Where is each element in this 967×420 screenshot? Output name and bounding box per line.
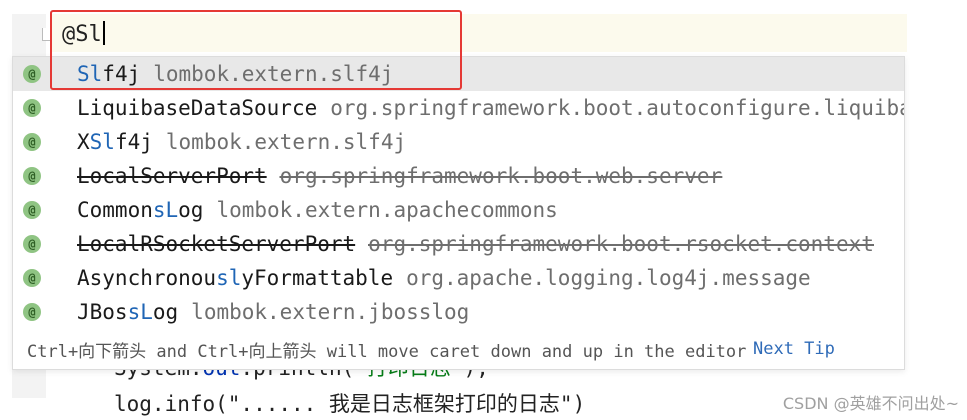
annotation-type-icon: @ xyxy=(23,269,41,287)
completion-item[interactable]: @ XSlf4j lombok.extern.slf4j xyxy=(13,125,904,159)
tip-text: Ctrl+向下箭头 and Ctrl+向上箭头 will move caret … xyxy=(27,341,747,362)
completion-item-label: AsynchronouslyFormattable org.apache.logg… xyxy=(77,266,811,290)
completion-item-label: CommonsLog lombok.extern.apachecommons xyxy=(77,198,558,222)
completion-item[interactable]: @ CommonsLog lombok.extern.apachecommons xyxy=(13,193,904,227)
match-highlight: sL xyxy=(152,198,179,222)
next-tip-link[interactable]: Next Tip xyxy=(753,339,835,359)
code-line-log: log.info("...... 我是日志框架打印的日志") xyxy=(114,392,586,416)
completion-item-package: org.apache.logging.log4j.message xyxy=(406,266,811,290)
completion-item-label: LocalRSocketServerPort org.springframewor… xyxy=(77,232,874,256)
annotation-type-icon: @ xyxy=(23,201,41,219)
annotation-type-icon: @ xyxy=(23,167,41,185)
completion-item[interactable]: @ JBossLog lombok.extern.jbosslog xyxy=(13,295,904,329)
completion-item-package: lombok.extern.slf4j xyxy=(165,130,407,154)
annotation-type-icon: @ xyxy=(23,133,41,151)
annotation-type-icon: @ xyxy=(23,235,41,253)
completion-item-label: LocalServerPort org.springframework.boot.… xyxy=(77,164,723,188)
annotation-type-icon: @ xyxy=(23,99,41,117)
completion-item-label: JBossLog lombok.extern.jbosslog xyxy=(77,300,470,324)
completion-tip-bar: Ctrl+向下箭头 and Ctrl+向上箭头 will move caret … xyxy=(13,329,904,369)
watermark: CSDN @英雄不问出处~ xyxy=(782,394,959,413)
completion-item-package: org.springframework.boot.web.server xyxy=(279,164,723,188)
completion-item-package: org.springframework.boot.autoconfigure.l… xyxy=(330,96,905,120)
annotation-type-icon: @ xyxy=(23,65,41,83)
completion-item-package: lombok.extern.jbosslog xyxy=(191,300,470,324)
completion-item-label: LiquibaseDataSource org.springframework.b… xyxy=(77,96,905,120)
completion-item[interactable]: @ LocalServerPort org.springframework.boot… xyxy=(13,159,904,193)
match-highlight: sl xyxy=(216,266,242,290)
completion-item[interactable]: @ LiquibaseDataSource org.springframework.… xyxy=(13,91,905,125)
match-highlight: sL xyxy=(127,300,153,324)
annotation-highlight-box xyxy=(50,10,462,90)
completion-item-label: XSlf4j lombok.extern.slf4j xyxy=(77,130,407,154)
completion-popup[interactable]: @ Slf4j lombok.extern.slf4j @ LiquibaseDataS… xyxy=(12,56,905,370)
completion-item[interactable]: @ LocalRSocketServerPort org.springframewo… xyxy=(13,227,904,261)
annotation-type-icon: @ xyxy=(23,303,41,321)
match-highlight: Sl xyxy=(89,130,115,154)
completion-item-package: lombok.extern.apachecommons xyxy=(216,198,558,222)
completion-item[interactable]: @ AsynchronouslyFormattable org.apache.log… xyxy=(13,261,904,295)
completion-item-package: org.springframework.boot.rsocket.context xyxy=(368,232,874,256)
